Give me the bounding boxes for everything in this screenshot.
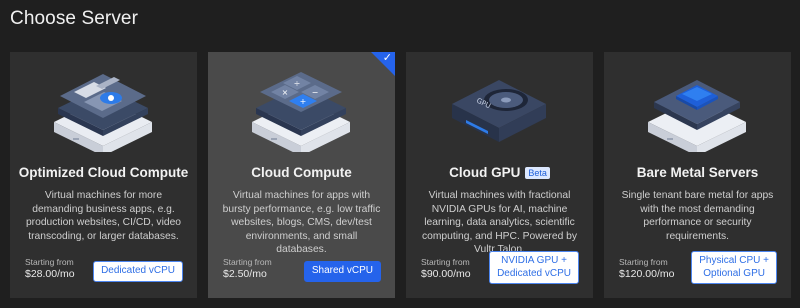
price-block: Starting from $90.00/mo xyxy=(421,257,471,281)
price-value: $2.50/mo xyxy=(223,268,267,280)
svg-text:−: − xyxy=(312,88,319,97)
price-block: Starting from $120.00/mo xyxy=(619,257,674,281)
card-description: Single tenant bare metal for apps with t… xyxy=(621,190,774,242)
card-title: Cloud GPU Beta xyxy=(406,165,593,180)
page-title: Choose Server xyxy=(10,8,139,29)
server-card-cloud-compute[interactable]: ✓ ÷ − × + Cloud Compute Virtual machines… xyxy=(208,52,395,298)
svg-text:+: + xyxy=(300,97,307,106)
card-title: Optimized Cloud Compute xyxy=(18,165,189,180)
server-card-bare-metal[interactable]: Bare Metal Servers Single tenant bare me… xyxy=(604,52,791,298)
beta-badge: Beta xyxy=(525,166,550,179)
feature-line-2: Dedicated vCPU xyxy=(497,267,571,279)
server-card-optimized-cloud-compute[interactable]: Optimized Cloud Compute Virtual machines… xyxy=(10,52,197,298)
price-label: Starting from xyxy=(619,257,668,267)
price-label: Starting from xyxy=(421,257,470,267)
feature-badge[interactable]: Physical CPU + Optional GPU xyxy=(691,251,777,284)
server-type-list: Optimized Cloud Compute Virtual machines… xyxy=(10,52,791,298)
price-value: $28.00/mo xyxy=(25,268,75,280)
card-description: Virtual machines with fractional NVIDIA … xyxy=(421,190,578,256)
price-block: Starting from $2.50/mo xyxy=(223,257,272,281)
bare-metal-icon xyxy=(648,80,746,152)
feature-badge[interactable]: NVIDIA GPU + Dedicated vCPU xyxy=(489,251,579,284)
feature-line-2: Optional GPU xyxy=(703,267,765,279)
card-description: Virtual machines for more demanding busi… xyxy=(25,190,182,242)
price-block: Starting from $28.00/mo xyxy=(25,257,75,281)
price-label: Starting from xyxy=(25,257,74,267)
feature-badge[interactable]: Dedicated vCPU xyxy=(93,261,183,282)
feature-line-1: Physical CPU + xyxy=(699,255,769,266)
feature-line-1: NVIDIA GPU + xyxy=(501,255,567,266)
gpu-icon: GPU xyxy=(452,80,546,142)
svg-text:÷: ÷ xyxy=(294,79,301,88)
price-label: Starting from xyxy=(223,257,272,267)
svg-text:×: × xyxy=(282,88,289,97)
feature-badge[interactable]: Shared vCPU xyxy=(303,261,381,282)
card-title: Cloud Compute xyxy=(251,165,352,180)
card-description: Virtual machines for apps with bursty pe… xyxy=(222,190,381,256)
server-card-cloud-gpu[interactable]: GPU Cloud GPU Beta Virtual machines with… xyxy=(406,52,593,298)
optimized-cloud-icon xyxy=(54,74,152,152)
card-title: Bare Metal Servers xyxy=(636,165,759,180)
price-value: $120.00/mo xyxy=(619,268,675,280)
cloud-compute-icon: ÷ − × + xyxy=(252,72,350,152)
price-value: $90.00/mo xyxy=(421,268,471,280)
